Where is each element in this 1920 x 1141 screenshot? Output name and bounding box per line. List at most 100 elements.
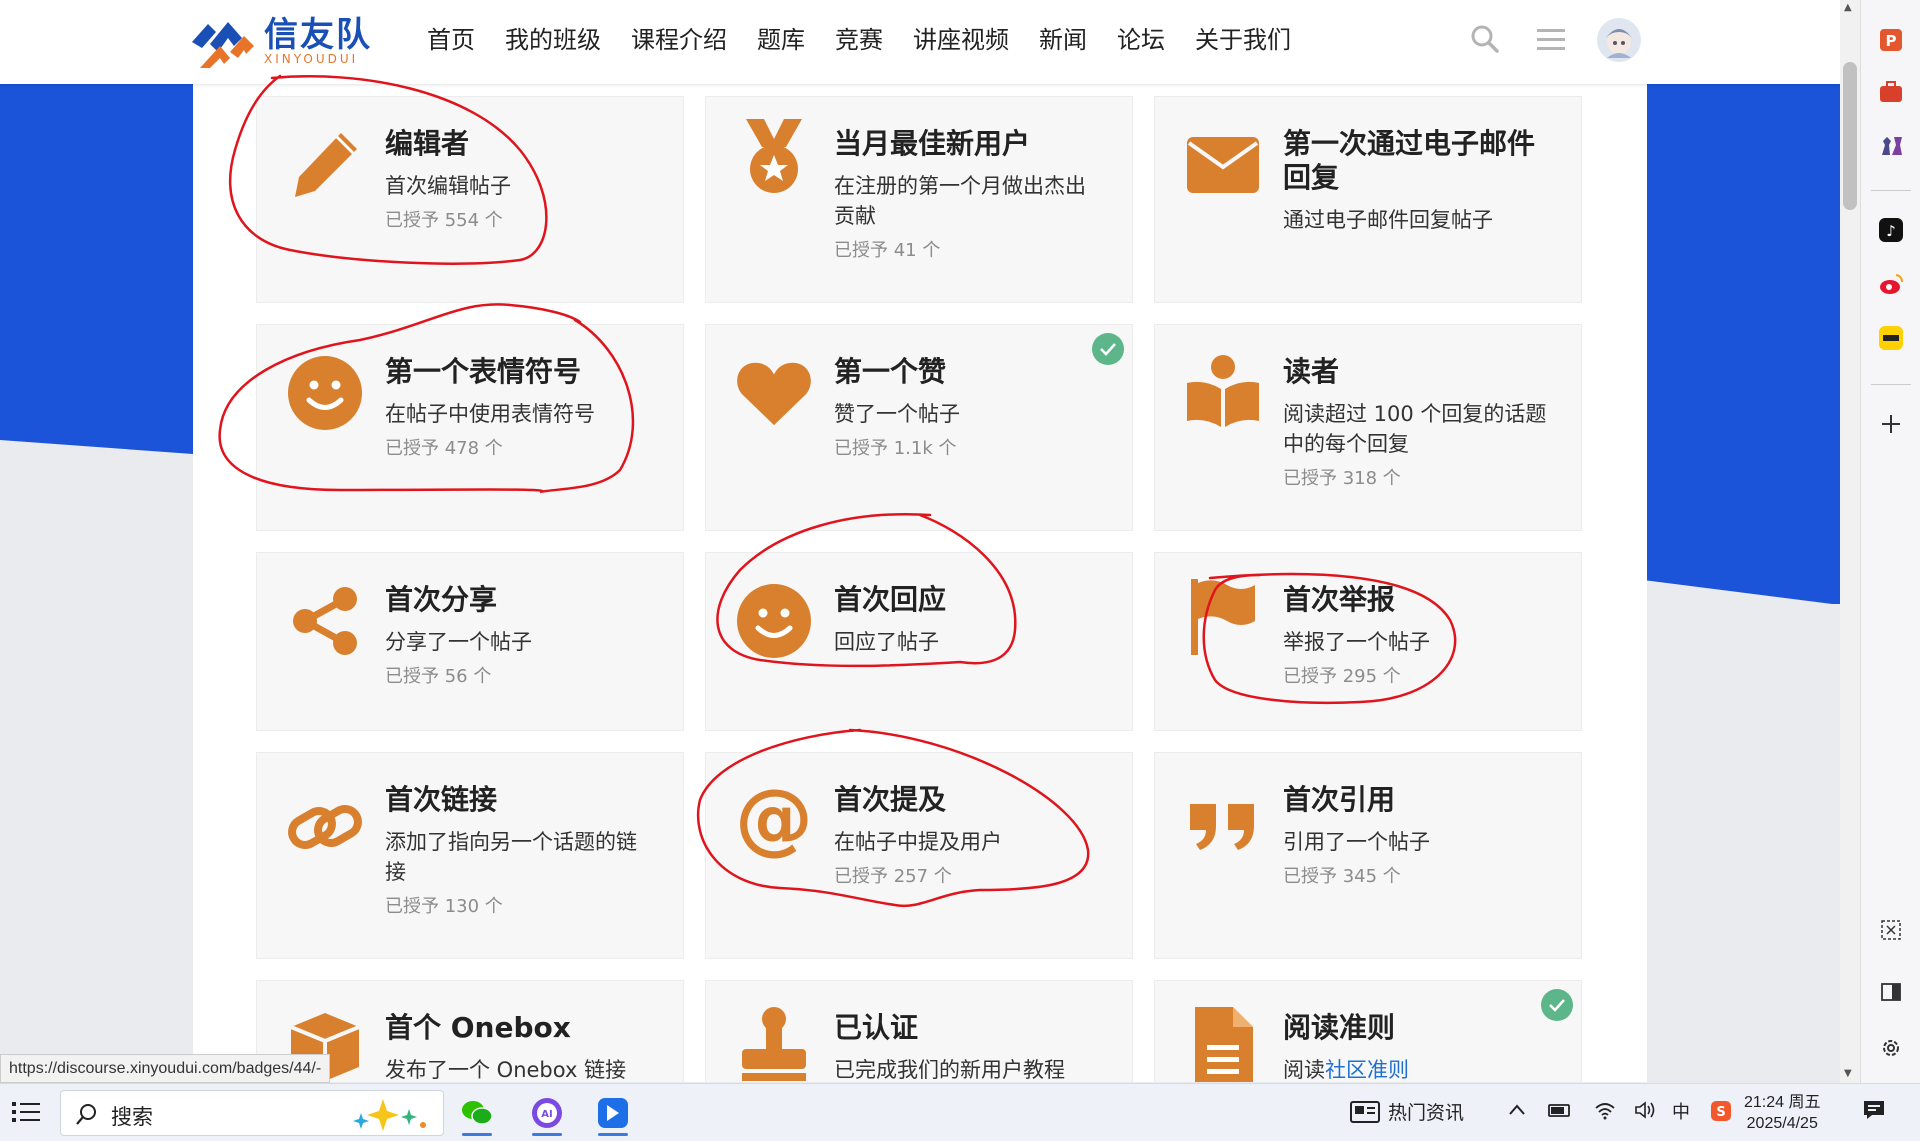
start-menu-icon[interactable] [12, 1100, 40, 1128]
wifi-icon[interactable] [1594, 1100, 1616, 1124]
smile-icon [287, 355, 363, 431]
nav-news[interactable]: 新闻 [1039, 22, 1087, 58]
volume-icon[interactable] [1634, 1100, 1656, 1124]
badge-title: 当月最佳新用户 [834, 127, 1031, 160]
badge-card-editor[interactable]: 编辑者 首次编辑帖子 已授予 554 个 [256, 96, 684, 303]
badge-title: 首次回应 [834, 583, 947, 616]
page-scrollbar[interactable]: ▲ ▼ [1840, 0, 1860, 1083]
tiktok-icon[interactable]: ♪ [1875, 214, 1907, 246]
sogou-ime-icon[interactable]: S [1710, 1100, 1732, 1126]
taskbar-news-widget[interactable]: 热门资讯 [1350, 1098, 1464, 1125]
powerpoint-icon[interactable]: P [1875, 24, 1907, 56]
nav-my-class[interactable]: 我的班级 [505, 22, 601, 58]
search-icon[interactable] [1470, 24, 1500, 58]
user-avatar[interactable] [1597, 18, 1641, 62]
toolbox-icon[interactable] [1875, 76, 1907, 108]
wechat-app-icon[interactable] [454, 1090, 500, 1136]
hamburger-menu-icon[interactable] [1537, 28, 1565, 56]
badge-card-first-link[interactable]: 首次链接 添加了指向另一个话题的链接 已授予 130 个 [256, 752, 684, 959]
badge-description: 首次编辑帖子 [385, 174, 511, 198]
badge-granted-count: 已授予 478 个 [385, 438, 503, 459]
badge-granted-count: 已授予 318 个 [1283, 468, 1401, 489]
tray-overflow-chevron-icon[interactable] [1508, 1100, 1526, 1124]
badge-description: 分享了一个帖子 [385, 630, 532, 654]
book-reader-icon [1185, 353, 1261, 429]
nav-lectures[interactable]: 讲座视频 [913, 22, 1009, 58]
clock-time: 21:24 周五 [1744, 1094, 1821, 1111]
svg-text:@: @ [736, 783, 812, 859]
scroll-down-arrow-icon[interactable]: ▼ [1844, 1068, 1852, 1079]
logo-subtitle: XINYOUDUI [264, 52, 359, 66]
badge-granted-count: 已授予 41 个 [834, 240, 941, 261]
badge-card-reader[interactable]: 读者 阅读超过 100 个回复的话题中的每个回复 已授予 318 个 [1154, 324, 1582, 531]
weibo-icon[interactable] [1875, 268, 1907, 300]
ai-assistant-app-icon[interactable]: AI [524, 1090, 570, 1136]
settings-gear-icon[interactable] [1875, 1032, 1907, 1064]
smile-icon [736, 583, 812, 659]
badge-title: 已认证 [834, 1011, 919, 1044]
news-label: 热门资讯 [1388, 1102, 1465, 1124]
nav-problems[interactable]: 题库 [757, 22, 805, 58]
svg-text:P: P [1886, 32, 1897, 50]
taskbar-clock[interactable]: 21:24 周五 2025/4/25 [1744, 1092, 1821, 1134]
badge-granted-count: 已授予 554 个 [385, 210, 503, 231]
nav-about[interactable]: 关于我们 [1195, 22, 1291, 58]
logo-title: 信友队 [264, 15, 372, 55]
badge-title: 第一个表情符号 [385, 355, 582, 388]
badge-title: 第一次通过电子邮件回复 [1283, 127, 1536, 194]
badge-grid: 编辑者 首次编辑帖子 已授予 554 个 当月最佳新用户 在注册的第一个月做出杰… [193, 84, 1647, 1082]
scrollbar-thumb[interactable] [1843, 62, 1857, 210]
badge-card-certified[interactable]: 已认证 已完成我们的新用户教程 [705, 980, 1133, 1082]
lark-app-icon[interactable] [590, 1090, 636, 1136]
nav-forum[interactable]: 论坛 [1117, 22, 1165, 58]
community-guidelines-link[interactable]: 社区准则 [1325, 1058, 1409, 1082]
badge-card-first-like[interactable]: 第一个赞 赞了一个帖子 已授予 1.1k 个 [705, 324, 1133, 531]
earned-check-icon [1092, 333, 1124, 365]
badge-granted-count: 已授予 130 个 [385, 896, 503, 917]
badge-granted-count: 已授予 1.1k 个 [834, 438, 957, 459]
scroll-up-arrow-icon[interactable]: ▲ [1844, 2, 1852, 13]
nav-contests[interactable]: 竞赛 [835, 22, 883, 58]
badge-description: 在注册的第一个月做出杰出贡献 [834, 174, 1086, 228]
badge-card-first-reaction[interactable]: 首次回应 回应了帖子 [705, 552, 1133, 731]
badge-description: 在帖子中提及用户 [834, 830, 1002, 854]
badge-card-first-quote[interactable]: 首次引用 引用了一个帖子 已授予 345 个 [1154, 752, 1582, 959]
badge-card-first-flag[interactable]: 首次举报 举报了一个帖子 已授予 295 个 [1154, 552, 1582, 731]
badge-card-first-emoji[interactable]: 第一个表情符号 在帖子中使用表情符号 已授予 478 个 [256, 324, 684, 531]
split-view-icon[interactable] [1875, 976, 1907, 1008]
nav-courses[interactable]: 课程介绍 [631, 22, 727, 58]
site-logo[interactable]: 信友队 XINYOUDUI [190, 12, 372, 70]
clock-date: 2025/4/25 [1746, 1115, 1818, 1132]
badge-description-prefix: 阅读 [1283, 1058, 1325, 1082]
quote-icon [1185, 787, 1261, 863]
badge-card-read-guidelines[interactable]: 阅读准则 阅读社区准则 [1154, 980, 1582, 1082]
badge-description: 添加了指向另一个话题的链接 [385, 830, 637, 884]
badge-card-first-mention[interactable]: @ 首次提及 在帖子中提及用户 已授予 257 个 [705, 752, 1133, 959]
taskbar-search-box[interactable]: 搜索 [60, 1090, 444, 1136]
add-icon[interactable] [1875, 408, 1907, 440]
badge-title: 读者 [1283, 355, 1340, 388]
badge-card-first-email-reply[interactable]: 第一次通过电子邮件回复 通过电子邮件回复帖子 [1154, 96, 1582, 303]
svg-text:♪: ♪ [1886, 222, 1896, 240]
document-icon [1185, 1007, 1261, 1082]
badge-description: 回应了帖子 [834, 630, 939, 654]
battery-icon[interactable] [1548, 1100, 1572, 1124]
badge-granted-count: 已授予 345 个 [1283, 866, 1401, 887]
windows-taskbar: 搜索 AI 热门资讯 中 S 21:24 周五 2025/4/25 [0, 1083, 1920, 1141]
screenshot-scissors-icon[interactable] [1875, 914, 1907, 946]
ime-indicator[interactable]: 中 [1672, 1098, 1690, 1124]
badge-title: 首次引用 [1283, 783, 1396, 816]
medal-icon [736, 119, 812, 195]
badge-card-new-user-of-month[interactable]: 当月最佳新用户 在注册的第一个月做出杰出贡献 已授予 41 个 [705, 96, 1133, 303]
badge-card-first-share[interactable]: 首次分享 分享了一个帖子 已授予 56 个 [256, 552, 684, 731]
browser-side-panel: P ♪ [1860, 0, 1920, 1083]
nav-home[interactable]: 首页 [427, 22, 475, 58]
notification-center-icon[interactable] [1862, 1098, 1886, 1126]
chess-icon[interactable] [1875, 128, 1907, 160]
badge-description: 通过电子邮件回复帖子 [1283, 208, 1493, 232]
taskbar-search-label: 搜索 [111, 1105, 153, 1129]
badge-title: 阅读准则 [1283, 1011, 1396, 1044]
badge-description: 赞了一个帖子 [834, 402, 960, 426]
badge-description: 引用了一个帖子 [1283, 830, 1430, 854]
meituan-icon[interactable] [1875, 322, 1907, 354]
